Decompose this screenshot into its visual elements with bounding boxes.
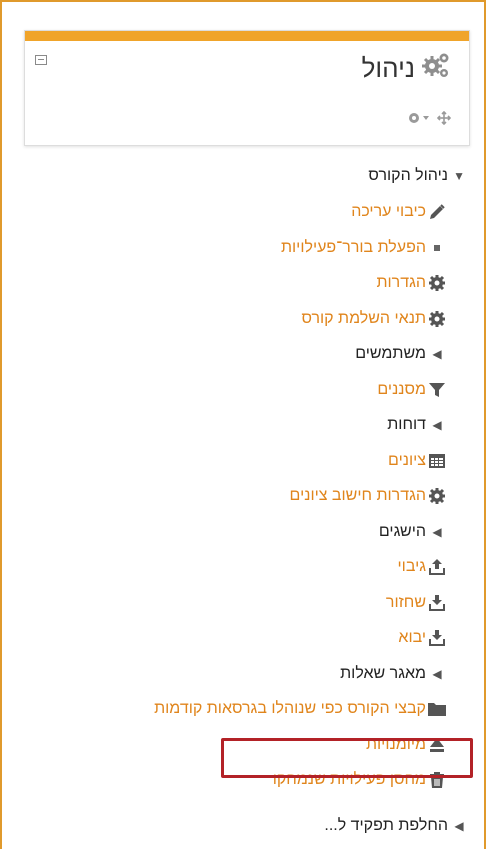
tree-item-completion[interactable]: תנאי השלמת קורס [301, 307, 448, 331]
gear-icon [426, 485, 448, 507]
bullet-icon [426, 237, 448, 259]
gear-icon [426, 272, 448, 294]
annotation-highlight-box [221, 738, 473, 778]
admin-block: ניהול [24, 30, 470, 146]
move-icon[interactable] [436, 110, 452, 130]
course-admin-node[interactable]: ▼ ניהול הקורס [368, 164, 470, 188]
tree-item-badges[interactable]: ◀ הישגים [379, 520, 448, 544]
block-header: ניהול [362, 51, 451, 86]
caret-left-icon: ◀ [432, 667, 442, 681]
folder-icon [426, 698, 448, 720]
tree-item-users[interactable]: ◀ משתמשים [355, 342, 448, 366]
tree-item-grades[interactable]: ציונים [388, 449, 448, 473]
download-icon [426, 627, 448, 649]
tree-item-backup[interactable]: גיבוי [398, 555, 448, 579]
tree-item-reports[interactable]: ◀ דוחות [387, 413, 448, 437]
switch-role-node[interactable]: ◀ החלפת תפקיד ל... [324, 814, 470, 838]
table-icon [426, 450, 448, 472]
block-accent-bar [25, 31, 469, 41]
settings-menu-icon[interactable] [407, 111, 431, 130]
caret-left-icon: ◀ [432, 418, 442, 432]
tree-item-restore[interactable]: שחזור [386, 591, 448, 615]
tree-item-question-bank[interactable]: ◀ מאגר שאלות [340, 662, 448, 686]
caret-down-icon: ▼ [453, 169, 465, 183]
filter-icon [426, 379, 448, 401]
download-icon [426, 592, 448, 614]
tree-item-import[interactable]: יבוא [398, 626, 448, 650]
collapse-block-icon[interactable] [35, 55, 47, 65]
tree-item-activity-chooser[interactable]: הפעלת בורר־פעילויות [281, 236, 448, 260]
gear-icon [426, 308, 448, 330]
caret-left-icon: ◀ [432, 525, 442, 539]
block-tools [407, 110, 452, 130]
tree-item-legacy-files[interactable]: קבצי הקורס כפי שנוהלו בגרסאות קודמות [154, 697, 448, 721]
caret-left-icon: ◀ [454, 819, 464, 833]
tree-item-settings[interactable]: הגדרות [376, 271, 448, 295]
gears-icon [421, 51, 451, 86]
pencil-icon [426, 201, 448, 223]
tree-item-edit-off[interactable]: כיבוי עריכה [351, 200, 448, 224]
block-title: ניהול [361, 53, 415, 83]
upload-icon [426, 556, 448, 578]
tree-item-filters[interactable]: מסננים [377, 378, 448, 402]
tree-item-grade-calc[interactable]: הגדרות חישוב ציונים [290, 484, 448, 508]
caret-left-icon: ◀ [432, 347, 442, 361]
